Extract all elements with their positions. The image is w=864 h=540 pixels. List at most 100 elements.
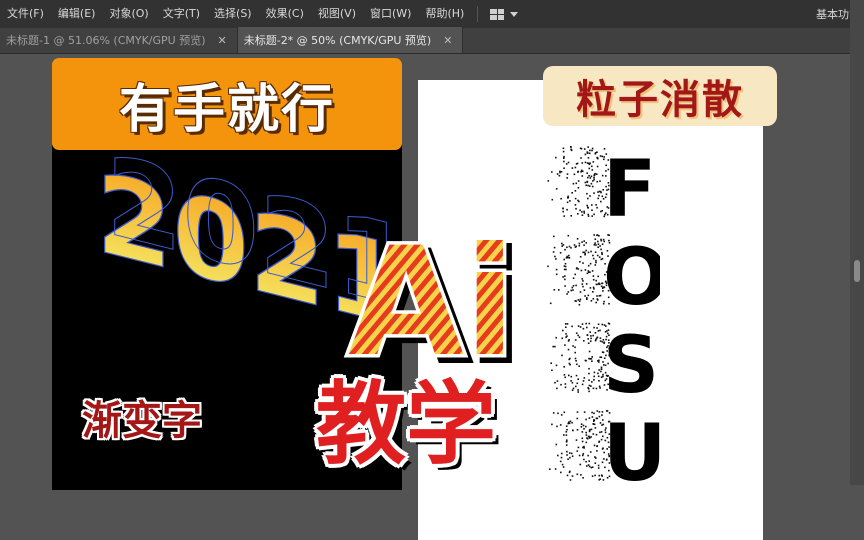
particle-dot [581,175,584,177]
particle-dot [554,345,556,348]
close-icon[interactable]: ✕ [218,34,227,47]
particle-dot [598,380,600,382]
particle-dot [596,180,598,183]
menu-type[interactable]: 文字(T) [156,0,207,28]
particle-dot [559,170,561,173]
particle-dot [592,161,595,163]
particle-dot [575,439,578,441]
menu-select[interactable]: 选择(S) [207,0,259,28]
particle-dot [577,170,580,173]
particle-dot [575,267,578,270]
fosu-letters: FOSU [603,145,660,496]
particle-dot [560,383,562,386]
particle-dot [574,357,577,360]
menu-effect[interactable]: 效果(C) [259,0,311,28]
particle-dot [561,242,563,245]
particle-dot [562,147,565,150]
particle-dot [595,244,597,246]
particle-dot [586,152,589,154]
particle-dot [560,414,563,416]
particle-dot [588,460,590,462]
particle-dot [585,242,587,244]
menu-help[interactable]: 帮助(H) [418,0,471,28]
particle-dot [570,289,572,292]
particle-dot [570,247,572,249]
particle-dot [570,375,573,378]
particle-dot [567,234,570,237]
particle-dot [584,161,587,164]
particle-dot [560,456,563,459]
menu-file[interactable]: 文件(F) [0,0,51,28]
particle-dot [580,147,583,150]
particle-dot [560,197,562,200]
particle-dot [592,433,595,435]
arrange-documents-button[interactable] [486,0,522,28]
particle-dot [596,410,599,412]
particle-dot [564,262,567,265]
tab-document-2[interactable]: 未标题-2* @ 50% (CMYK/GPU 预览) ✕ [237,27,464,53]
particle-dot [596,173,598,175]
particle-dot [600,258,603,261]
particle-dot [588,163,591,166]
particle-dot [593,288,595,290]
particle-dot [553,235,555,238]
menu-divider [477,6,479,22]
close-icon[interactable]: ✕ [443,34,452,47]
particle-dot [564,376,566,379]
particle-dot [569,363,571,366]
particle-dot [555,273,558,276]
particle-dot [562,329,564,332]
particle-dot [589,195,591,197]
particle-dot [564,285,566,287]
particle-dot [564,344,566,346]
particle-dot [577,325,580,327]
particle-dot [549,468,551,470]
particle-dot [568,358,570,361]
particle-dot [587,206,589,209]
particle-dot [591,204,593,206]
particle-dot [582,477,584,479]
vertical-scrollbar[interactable] [850,0,864,485]
particle-dot [556,380,559,382]
particle-dot [597,467,600,469]
tab-document-1[interactable]: 未标题-1 @ 51.06% (CMYK/GPU 预览) ✕ [0,27,238,53]
particle-dot [563,366,565,368]
particle-dot [577,446,580,449]
fosu-particle-artwork: FOSU [547,145,660,496]
particle-dot [590,300,593,302]
particle-dot [555,336,557,339]
menu-view[interactable]: 视图(V) [311,0,363,28]
particle-dot [571,286,574,289]
particle-dot [589,451,592,453]
particle-dot [585,441,588,444]
particle-dot [558,174,561,177]
particle-dot [591,475,594,477]
particle-dot [589,340,592,342]
scrollbar-thumb[interactable] [854,260,860,282]
menu-window[interactable]: 窗口(W) [363,0,418,28]
particle-dot [591,165,593,168]
particle-dot [575,385,577,388]
particle-dot [581,440,584,443]
particle-dot [588,175,590,177]
particle-dot [570,452,573,455]
particle-dot [576,363,578,366]
particle-dot [569,420,572,423]
menu-edit[interactable]: 编辑(E) [51,0,103,28]
particle-dot [595,261,597,264]
particle-dot [555,268,558,271]
particle-dot [570,380,572,382]
particle-dot [598,479,600,481]
particle-dot [559,252,562,254]
particle-dot [579,209,581,212]
menu-object[interactable]: 对象(O) [102,0,155,28]
particle-dot [599,356,601,358]
particle-dot [566,454,568,456]
particle-dot [597,330,600,332]
particle-dot [598,256,601,258]
particle-dot [577,187,580,189]
particle-dot [598,235,600,237]
particle-dot [581,278,584,280]
particle-dot [576,450,579,452]
particle-dot [583,148,586,150]
